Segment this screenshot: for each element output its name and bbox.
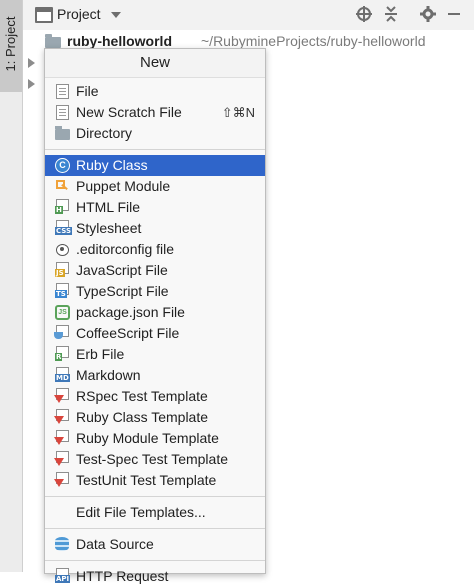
menu-item-label: New Scratch File [76, 104, 182, 120]
project-window-icon [35, 7, 53, 23]
menu-item-label: package.json File [76, 304, 185, 320]
menu-item-label: TypeScript File [76, 283, 169, 299]
database-icon [55, 537, 69, 552]
menu-item-testunit-test-template[interactable]: TestUnit Test Template [45, 470, 265, 491]
project-tool-tab[interactable]: 1: Project [0, 0, 22, 92]
menu-item-label: CoffeeScript File [76, 325, 180, 341]
menu-item-coffeescript-file[interactable]: CoffeeScript File [45, 323, 265, 344]
menu-separator [45, 528, 265, 529]
project-root-path: ~/RubymineProjects/ruby-helloworld [201, 33, 426, 49]
shortcut-label: ⇧⌘N [221, 105, 255, 120]
menu-item-typescript-file[interactable]: TS TypeScript File [45, 281, 265, 302]
folder-icon [55, 126, 70, 140]
menu-item-data-source[interactable]: Data Source [45, 534, 265, 555]
typescript-icon: TS [55, 283, 69, 298]
menu-item-label: File [76, 83, 99, 99]
view-selector-chevron-down-icon[interactable] [111, 12, 121, 18]
menu-item-file[interactable]: File [45, 81, 265, 102]
collapse-icon[interactable] [381, 5, 401, 25]
menu-item-ruby-module-template[interactable]: Ruby Module Template [45, 428, 265, 449]
menu-item-label: .editorconfig file [76, 241, 175, 257]
menu-item-puppet-module[interactable]: Puppet Module [45, 176, 265, 197]
menu-item-label: HTTP Request [76, 568, 169, 584]
menu-item-label: Ruby Class Template [76, 409, 209, 425]
menu-item-html-file[interactable]: H HTML File [45, 197, 265, 218]
menu-item-label: Directory [76, 125, 133, 141]
menu-item-label: Erb File [76, 346, 125, 362]
menu-title: New [45, 49, 265, 78]
javascript-icon: JS [55, 262, 69, 277]
scratch-file-icon [56, 105, 69, 120]
menu-item-label: RSpec Test Template [76, 388, 208, 404]
menu-item-directory[interactable]: Directory [45, 123, 265, 144]
menu-item-markdown[interactable]: MD Markdown [45, 365, 265, 386]
menu-item-javascript-file[interactable]: JS JavaScript File [45, 260, 265, 281]
project-tool-tab-label: 1: Project [3, 16, 18, 72]
menu-item-label: HTML File [76, 199, 141, 215]
ruby-module-template-icon [54, 430, 69, 445]
menu-item-label: Ruby Class [76, 157, 148, 173]
menu-item-package-json-file[interactable]: JS package.json File [45, 302, 265, 323]
menu-item-label: JavaScript File [76, 262, 168, 278]
menu-item-editorconfig-file[interactable]: .editorconfig file [45, 239, 265, 260]
menu-item-label: TestUnit Test Template [76, 472, 217, 488]
rspec-template-icon [54, 388, 69, 403]
puppet-icon [55, 179, 70, 194]
erb-icon: R [55, 346, 69, 361]
nodejs-icon: JS [55, 305, 70, 320]
http-request-icon: API [55, 568, 71, 583]
testunit-template-icon [54, 472, 69, 487]
menu-item-label: Puppet Module [76, 178, 171, 194]
menu-item-ruby-class[interactable]: C Ruby Class [45, 155, 265, 176]
locate-icon[interactable] [354, 5, 374, 25]
menu-separator [45, 496, 265, 497]
settings-icon[interactable] [418, 5, 438, 25]
project-view-header: Project [23, 0, 474, 30]
menu-item-stylesheet[interactable]: CSS Stylesheet [45, 218, 265, 239]
menu-item-rspec-test-template[interactable]: RSpec Test Template [45, 386, 265, 407]
menu-item-erb-file[interactable]: R Erb File [45, 344, 265, 365]
ruby-class-icon: C [55, 158, 70, 173]
menu-item-test-spec-test-template[interactable]: Test-Spec Test Template [45, 449, 265, 470]
menu-item-label: Edit File Templates... [76, 504, 206, 520]
expand-arrow-icon[interactable] [28, 79, 35, 89]
menu-item-label: Data Source [76, 536, 154, 552]
menu-item-label: Stylesheet [76, 220, 142, 236]
test-spec-template-icon [54, 451, 69, 466]
file-icon [56, 84, 69, 99]
menu-item-new-scratch-file[interactable]: New Scratch File ⇧⌘N [45, 102, 265, 123]
editorconfig-icon [55, 242, 70, 257]
folder-icon [45, 34, 61, 48]
menu-item-ruby-class-template[interactable]: Ruby Class Template [45, 407, 265, 428]
css-icon: CSS [55, 220, 73, 235]
new-file-menu: New File New Scratch File ⇧⌘N Directory … [44, 48, 266, 584]
menu-separator [45, 560, 265, 561]
tool-window-strip: 1: Project [0, 0, 23, 572]
project-view-title[interactable]: Project [57, 6, 101, 22]
menu-item-label: Markdown [76, 367, 141, 383]
menu-item-http-request[interactable]: API HTTP Request [45, 566, 265, 587]
menu-item-label: Ruby Module Template [76, 430, 219, 446]
ruby-class-template-icon [54, 409, 69, 424]
expand-arrow-icon[interactable] [28, 58, 35, 68]
project-root-name: ruby-helloworld [67, 33, 172, 49]
html-icon: H [55, 199, 69, 214]
menu-separator [45, 149, 265, 150]
coffeescript-icon [54, 325, 69, 339]
menu-item-edit-file-templates[interactable]: Edit File Templates... [45, 502, 265, 523]
hide-icon[interactable] [444, 5, 464, 25]
markdown-icon: MD [55, 367, 70, 382]
menu-item-label: Test-Spec Test Template [76, 451, 229, 467]
